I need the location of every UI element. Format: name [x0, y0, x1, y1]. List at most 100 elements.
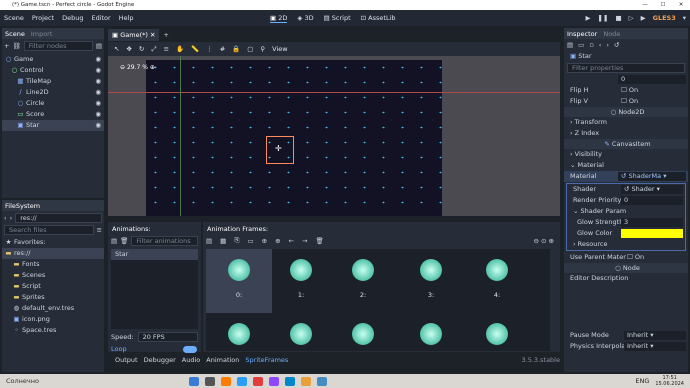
glow-color-swatch[interactable] [621, 229, 683, 238]
play-scene-icon[interactable]: ▷ [629, 14, 634, 22]
tree-node-tilemap[interactable]: ▦ TileMap ◉ [2, 76, 104, 87]
shader-property[interactable]: Shader ↺ Shader ▾ [567, 184, 685, 195]
frame-4[interactable]: 4: [468, 259, 526, 299]
animation-item-star[interactable]: Star [111, 249, 198, 260]
maximize-icon[interactable]: ☐ [654, 0, 672, 10]
history-back-icon[interactable]: ‹ [599, 41, 602, 49]
filter-animations-input[interactable]: Filter animations [131, 236, 198, 246]
workspace-assetlib[interactable]: ⊡ AssetLib [361, 14, 396, 22]
play-icon[interactable]: ▶ [586, 14, 591, 22]
resource-group[interactable]: › Resource [567, 239, 685, 250]
physics-interpolation-property[interactable]: Physics Interpolati Inherit ▾ [564, 341, 688, 352]
new-animation-icon[interactable]: ▤ [111, 237, 117, 245]
visibility-eye-icon[interactable]: ◉ [95, 98, 101, 109]
tree-node-game[interactable]: ○ Game ◉ [2, 54, 104, 65]
clock[interactable]: 17:51 15.06.2024 [655, 375, 684, 387]
view-menu[interactable]: View [272, 45, 287, 53]
tab-inspector[interactable]: Inspector [567, 30, 597, 38]
rotate-tool-icon[interactable]: ↻ [139, 45, 144, 53]
favorites-row[interactable]: ★ Favorites: [2, 237, 104, 248]
use-parent-material-property[interactable]: Use Parent Mater ☐ On [564, 252, 688, 263]
zoom-controls[interactable]: ⊖ 29.7 % ⊕ [120, 64, 155, 71]
visibility-eye-icon[interactable]: ◉ [95, 109, 101, 120]
visibility-eye-icon[interactable]: ◉ [95, 87, 101, 98]
tree-node-line2d[interactable]: ∕ Line2D ◉ [2, 87, 104, 98]
link-icon[interactable]: ⛓ [12, 42, 20, 50]
tree-node-star[interactable]: ▣ Star ◉ [2, 120, 104, 131]
telegram-icon[interactable] [285, 376, 295, 386]
app-icon[interactable] [253, 376, 263, 386]
save-icon[interactable]: ▫ [589, 41, 593, 49]
material-value[interactable]: ↺ ShaderMa ▾ [618, 172, 686, 181]
material-property[interactable]: Material ↺ ShaderMa ▾ [564, 171, 688, 182]
script-icon[interactable]: ▤ [96, 42, 102, 50]
tab-node[interactable]: Node [603, 30, 620, 38]
visibility-eye-icon[interactable]: ◉ [95, 65, 101, 76]
tree-node-circle[interactable]: ○ Circle ◉ [2, 98, 104, 109]
stop-icon[interactable]: ■ [615, 14, 621, 22]
section-node[interactable]: ○ Node [564, 263, 688, 273]
forward-icon[interactable]: › [10, 214, 13, 222]
frame-0[interactable]: 0: [210, 259, 268, 299]
glow-strength-value[interactable]: 3 [621, 218, 683, 227]
menu-help[interactable]: Help [115, 14, 138, 22]
pause-icon[interactable]: ❚❚ [598, 14, 609, 22]
visibility-group[interactable]: › Visibility [564, 149, 688, 160]
frame-value[interactable]: 0 [618, 75, 686, 84]
gles-selector[interactable]: GLES3 [653, 14, 676, 22]
material-group[interactable]: ⌄ Material [564, 160, 688, 171]
frame-3[interactable]: 3: [402, 259, 460, 299]
load-frame-icon[interactable]: ▤ [206, 237, 212, 245]
folder-icon[interactable] [301, 376, 311, 386]
filter-nodes-input[interactable]: Filter nodes [23, 41, 93, 51]
visibility-eye-icon[interactable]: ◉ [95, 76, 101, 87]
tab-audio[interactable]: Audio [182, 356, 200, 364]
list-tool-icon[interactable]: ≡ [164, 45, 169, 53]
frame-zoom-icons[interactable]: ⊖ ⊙ ⊕ [534, 237, 554, 245]
flip-h-property[interactable]: Flip H ☐ On [564, 85, 688, 96]
add-tab-icon[interactable]: + [163, 31, 168, 39]
pause-mode-property[interactable]: Pause Mode Inherit ▾ [564, 330, 688, 341]
zindex-group[interactable]: › Z Index [564, 128, 688, 139]
menu-editor[interactable]: Editor [87, 14, 114, 22]
menu-scene[interactable]: Scene [0, 14, 28, 22]
delete-frame-icon[interactable]: 🗑 [315, 237, 323, 245]
pause-mode-value[interactable]: Inherit ▾ [624, 331, 686, 340]
transform-group[interactable]: › Transform [564, 117, 688, 128]
flip-v-property[interactable]: Flip V ☐ On [564, 96, 688, 107]
load-icon[interactable]: ▭ [578, 41, 584, 49]
move-left-icon[interactable]: ← [289, 237, 294, 245]
history-forward-icon[interactable]: › [606, 41, 609, 49]
chevron-down-icon[interactable]: ▾ [683, 14, 686, 22]
back-icon[interactable]: ‹ [4, 214, 7, 222]
add-node-icon[interactable]: + [4, 42, 9, 50]
grid-icon[interactable]: # [220, 45, 225, 53]
tab-scene[interactable]: Scene [5, 30, 25, 38]
close-icon[interactable]: ✕ [672, 0, 690, 10]
lock-icon[interactable]: 🔒 [232, 45, 240, 53]
tab-output[interactable]: Output [115, 356, 138, 364]
flip-v-checkbox[interactable]: ☐ On [618, 97, 686, 106]
select-tool-icon[interactable]: ↖ [114, 45, 119, 53]
workspace-3d[interactable]: ◈ 3D [297, 14, 313, 22]
snap-icon[interactable]: ⋮ [206, 45, 213, 53]
bone-icon[interactable]: ⚲ [260, 45, 265, 53]
language-indicator[interactable]: ENG [635, 377, 649, 385]
paste-icon[interactable]: ▭ [248, 237, 254, 245]
pan-tool-icon[interactable]: ✋ [176, 45, 184, 53]
tab-filesystem[interactable]: FileSystem [5, 202, 40, 210]
delete-animation-icon[interactable]: 🗑 [120, 237, 128, 245]
section-canvasitem[interactable]: ✎ CanvasItem [564, 139, 688, 149]
sheet-icon[interactable]: ▦ [220, 237, 226, 245]
frame-5[interactable] [210, 323, 268, 345]
flip-h-checkbox[interactable]: ☐ On [618, 86, 686, 95]
folder-root[interactable]: ▬ res:// [2, 248, 104, 259]
editor-description-property[interactable]: Editor Description [564, 273, 688, 284]
group-icon[interactable]: ▢ [247, 45, 253, 53]
render-priority-property[interactable]: Render Priority 0 [567, 195, 685, 206]
frame-2[interactable]: 2: [334, 259, 392, 299]
start-icon[interactable] [189, 376, 199, 386]
tab-import[interactable]: Import [31, 30, 53, 38]
tree-node-score[interactable]: ▭ Score ◉ [2, 109, 104, 120]
file-space-tres[interactable]: ◦ Space.tres [2, 325, 104, 336]
